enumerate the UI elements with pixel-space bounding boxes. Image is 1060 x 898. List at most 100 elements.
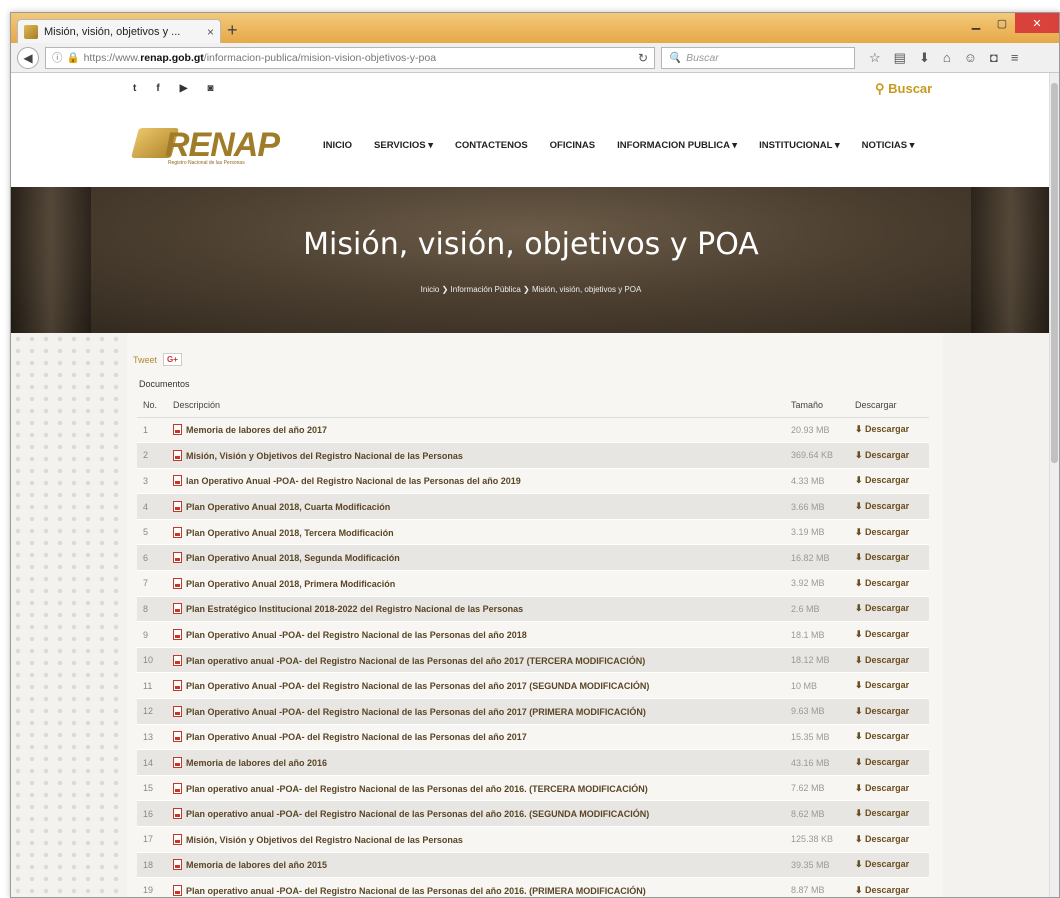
download-button[interactable]: ⬇ Descargar: [849, 724, 929, 751]
download-button[interactable]: ⬇ Descargar: [849, 570, 929, 597]
menu-item-informacion-publica[interactable]: INFORMACION PUBLICA ▾: [617, 140, 737, 151]
file-size: 39.35 MB: [785, 852, 849, 879]
table-row: 3 lan Operativo Anual -POA- del Registro …: [137, 468, 929, 495]
menu-icon[interactable]: ≡: [1011, 50, 1019, 66]
menu-item-inicio[interactable]: INICIO: [323, 140, 352, 151]
minimize-icon[interactable]: ▁: [963, 13, 989, 33]
download-button[interactable]: ⬇ Descargar: [849, 698, 929, 725]
pdf-file-icon: [173, 577, 182, 589]
pdf-file-icon: [173, 884, 182, 896]
search-icon: 🔍: [668, 52, 682, 64]
document-link[interactable]: Plan operativo anual -POA- del Registro …: [167, 775, 785, 802]
renap-logo[interactable]: RENAP Registro Nacional de las Personas: [130, 118, 285, 172]
table-row: 7 Plan Operativo Anual 2018, Primera Modi…: [137, 570, 929, 597]
table-row: 9 Plan Operativo Anual -POA- del Registro…: [137, 621, 929, 648]
menu-item-institucional[interactable]: INSTITUCIONAL ▾: [759, 140, 840, 151]
bookmark-star-icon[interactable]: ☆: [869, 50, 881, 66]
document-link[interactable]: Plan Operativo Anual 2018, Primera Modif…: [167, 570, 785, 597]
document-link[interactable]: Plan Operativo Anual 2018, Tercera Modif…: [167, 519, 785, 546]
document-link[interactable]: Plan operativo anual -POA- del Registro …: [167, 800, 785, 827]
document-link[interactable]: lan Operativo Anual -POA- del Registro N…: [167, 468, 785, 495]
menu-item-noticias[interactable]: NOTICIAS ▾: [862, 140, 915, 151]
file-size: 20.93 MB: [785, 417, 849, 444]
url-text[interactable]: https://www.renap.gob.gt/informacion-pub…: [84, 52, 634, 64]
menu-item-contactenos[interactable]: CONTACTENOS: [455, 140, 528, 151]
pdf-file-icon: [173, 654, 182, 666]
download-button[interactable]: ⬇ Descargar: [849, 442, 929, 469]
facebook-icon[interactable]: f: [156, 83, 159, 94]
download-button[interactable]: ⬇ Descargar: [849, 800, 929, 827]
page-scrollbar[interactable]: [1049, 73, 1059, 897]
browser-search-field[interactable]: 🔍 Buscar: [661, 46, 855, 69]
row-number: 17: [137, 826, 167, 853]
menu-item-oficinas[interactable]: OFICINAS: [550, 140, 595, 151]
close-tab-icon[interactable]: ×: [207, 25, 214, 39]
close-window-icon[interactable]: ✕: [1015, 13, 1059, 33]
document-link[interactable]: Plan Operativo Anual -POA- del Registro …: [167, 672, 785, 700]
document-link[interactable]: Plan Operativo Anual -POA- del Registro …: [167, 621, 785, 648]
document-link[interactable]: Memoria de labores del año 2015: [167, 852, 785, 879]
document-link[interactable]: Misión, Visión y Objetivos del Registro …: [167, 442, 785, 469]
back-button[interactable]: ◀: [17, 46, 39, 69]
chat-icon[interactable]: ☺: [964, 50, 977, 66]
breadcrumb: Inicio ❯ Información Pública ❯ Misión, v…: [11, 285, 1051, 294]
documents-table: No. Descripción Tamaño Descargar 1 Memori…: [137, 393, 929, 897]
google-plus-button[interactable]: G+: [163, 353, 182, 366]
document-link[interactable]: Memoria de labores del año 2016: [167, 749, 785, 776]
download-button[interactable]: ⬇ Descargar: [849, 852, 929, 879]
document-link[interactable]: Memoria de labores del año 2017: [167, 417, 785, 444]
web-page: t f ▶ ◙ ⚲ Buscar RENAP Registro Nacional…: [11, 73, 1051, 897]
download-button[interactable]: ⬇ Descargar: [849, 468, 929, 495]
document-link[interactable]: Plan Estratégico Institucional 2018-2022…: [167, 596, 785, 623]
reload-icon[interactable]: ↻: [638, 51, 648, 65]
youtube-icon[interactable]: ▶: [180, 83, 188, 94]
table-row: 17 Misión, Visión y Objetivos del Registr…: [137, 826, 929, 853]
document-link[interactable]: Plan operativo anual -POA- del Registro …: [167, 647, 785, 674]
menu-item-servicios[interactable]: SERVICIOS ▾: [374, 140, 433, 151]
table-row: 19 Plan operativo anual -POA- del Registr…: [137, 877, 929, 897]
document-link[interactable]: Plan Operativo Anual -POA- del Registro …: [167, 698, 785, 725]
download-button[interactable]: ⬇ Descargar: [849, 775, 929, 802]
home-icon[interactable]: ⌂: [943, 50, 951, 66]
document-title: Plan Operativo Anual 2018, Tercera Modif…: [186, 527, 394, 538]
document-title: Misión, Visión y Objetivos del Registro …: [186, 834, 463, 845]
download-button[interactable]: ⬇ Descargar: [849, 877, 929, 897]
maximize-icon[interactable]: ▢: [989, 13, 1015, 33]
document-link[interactable]: Plan Operativo Anual 2018, Segunda Modif…: [167, 544, 785, 572]
breadcrumb-informacion-publica[interactable]: Información Pública: [451, 285, 521, 294]
document-link[interactable]: Misión, Visión y Objetivos del Registro …: [167, 826, 785, 853]
download-icon[interactable]: ⬇: [919, 50, 930, 66]
tweet-button[interactable]: Tweet: [133, 355, 157, 365]
table-row: 4 Plan Operativo Anual 2018, Cuarta Modif…: [137, 493, 929, 520]
scrollbar-thumb[interactable]: [1051, 83, 1058, 463]
browser-window: Misión, visión, objetivos y ... × + ▁ ▢ …: [10, 12, 1060, 898]
download-button[interactable]: ⬇ Descargar: [849, 826, 929, 853]
pdf-file-icon: [173, 705, 182, 717]
url-bar[interactable]: ⓘ 🔒 https://www.renap.gob.gt/informacion…: [45, 46, 655, 69]
browser-tab[interactable]: Misión, visión, objetivos y ... ×: [17, 19, 221, 43]
reading-list-icon[interactable]: ▤: [894, 50, 906, 66]
download-button[interactable]: ⬇ Descargar: [849, 621, 929, 648]
document-title: Memoria de labores del año 2016: [186, 758, 328, 769]
info-icon[interactable]: ⓘ: [52, 50, 63, 65]
site-search-link[interactable]: ⚲ Buscar: [875, 81, 932, 97]
download-button[interactable]: ⬇ Descargar: [849, 749, 929, 776]
download-button[interactable]: ⬇ Descargar: [849, 417, 929, 444]
download-button[interactable]: ⬇ Descargar: [849, 596, 929, 623]
title-bar: Misión, visión, objetivos y ... × + ▁ ▢ …: [11, 13, 1059, 43]
download-button[interactable]: ⬇ Descargar: [849, 647, 929, 674]
pocket-icon[interactable]: ◘: [990, 50, 998, 66]
download-button[interactable]: ⬇ Descargar: [849, 519, 929, 546]
document-link[interactable]: Plan Operativo Anual 2018, Cuarta Modifi…: [167, 493, 785, 520]
twitter-icon[interactable]: t: [133, 83, 136, 94]
instagram-icon[interactable]: ◙: [207, 83, 213, 94]
row-number: 12: [137, 698, 167, 725]
document-link[interactable]: Plan operativo anual -POA- del Registro …: [167, 877, 785, 897]
download-button[interactable]: ⬇ Descargar: [849, 544, 929, 572]
document-link[interactable]: Plan Operativo Anual -POA- del Registro …: [167, 724, 785, 751]
row-number: 5: [137, 519, 167, 546]
new-tab-button[interactable]: +: [227, 20, 238, 40]
download-button[interactable]: ⬇ Descargar: [849, 672, 929, 700]
download-button[interactable]: ⬇ Descargar: [849, 493, 929, 520]
breadcrumb-home[interactable]: Inicio: [421, 285, 440, 294]
